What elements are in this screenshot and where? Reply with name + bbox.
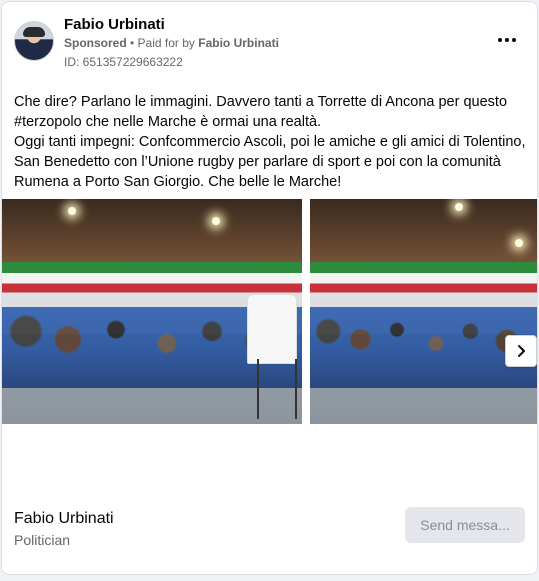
- meta-separator: •: [126, 36, 138, 50]
- author-name[interactable]: Fabio Urbinati: [64, 16, 165, 33]
- post-text-line: Che dire? Parlano le immagini. Davvero t…: [14, 94, 508, 110]
- chevron-right-icon: [518, 345, 525, 357]
- ad-id: ID: 651357229663222: [64, 55, 183, 69]
- paid-for-prefix: Paid for by: [137, 36, 199, 50]
- post-text-line: Oggi tanti impegni: Confcommercio Ascoli…: [14, 134, 526, 150]
- post-text-line: #terzopolo che nelle Marche è ormai una …: [14, 114, 322, 130]
- post-text-line: San Benedetto con l’Unione rugby per par…: [14, 154, 501, 170]
- shirt-on-rack: [247, 294, 297, 364]
- event-photo-2[interactable]: [310, 199, 537, 424]
- page-name[interactable]: Fabio Urbinati: [14, 510, 114, 528]
- event-photo-1[interactable]: [2, 199, 302, 424]
- post-meta: Sponsored • Paid for by Fabio Urbinati: [64, 36, 279, 50]
- paid-for-by-name: Fabio Urbinati: [198, 36, 279, 50]
- image-carousel[interactable]: [2, 199, 537, 424]
- ad-post-card: Fabio Urbinati Sponsored • Paid for by F…: [1, 1, 538, 575]
- clothes-rack: [257, 359, 297, 419]
- more-horizontal-icon: [498, 38, 502, 42]
- post-header: Fabio Urbinati Sponsored • Paid for by F…: [14, 14, 525, 74]
- page-category: Politician: [14, 532, 71, 548]
- post-footer: Fabio Urbinati Politician Send messa...: [14, 507, 525, 548]
- more-options-button[interactable]: [495, 32, 519, 48]
- sponsored-label[interactable]: Sponsored: [64, 36, 127, 50]
- avatar[interactable]: [14, 21, 54, 61]
- post-text: Che dire? Parlano le immagini. Davvero t…: [14, 92, 529, 192]
- send-message-button[interactable]: Send messa...: [405, 507, 525, 543]
- post-text-line: Rumena a Porto San Giorgio. Che belle le…: [14, 174, 342, 190]
- carousel-next-button[interactable]: [505, 335, 537, 367]
